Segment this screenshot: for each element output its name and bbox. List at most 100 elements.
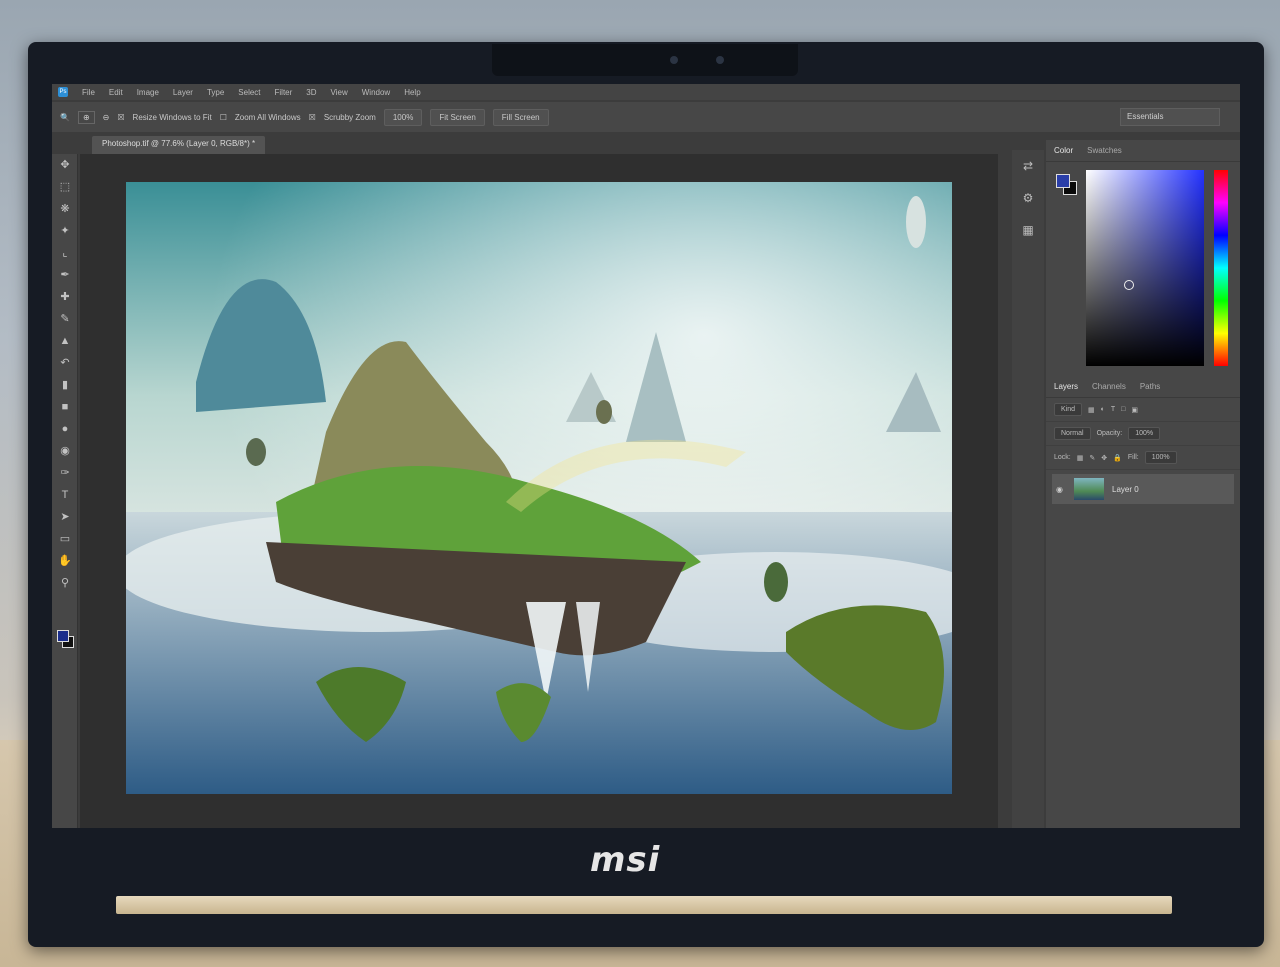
lasso-icon[interactable]: ❋ (52, 198, 78, 220)
menu-item[interactable]: View (331, 88, 348, 97)
resize-windows-label: Resize Windows to Fit (132, 112, 212, 122)
fill-screen-button[interactable]: Fill Screen (492, 108, 549, 126)
visibility-eye-icon[interactable]: ◉ (1056, 485, 1066, 494)
layer-thumbnail (1074, 478, 1104, 500)
saturation-field[interactable] (1086, 170, 1204, 366)
clone-stamp-icon[interactable]: ▲ (52, 330, 78, 352)
menu-item[interactable]: File (82, 88, 95, 97)
blend-row: Normal Opacity: 100% (1046, 422, 1240, 446)
workspace-switcher[interactable]: Essentials (1120, 108, 1220, 126)
filter-adjust-icon[interactable]: ◐ (1101, 406, 1105, 413)
history-brush-icon[interactable]: ↶ (52, 352, 78, 374)
tab-layers[interactable]: Layers (1054, 382, 1078, 391)
layer-filter-row: Kind ▦ ◐ T □ ▣ (1046, 398, 1240, 422)
menu-item[interactable]: Edit (109, 88, 123, 97)
layers-panel: Layers Channels Paths Kind ▦ ◐ T □ ▣ Nor… (1046, 376, 1240, 508)
move-icon[interactable]: ✥ (52, 154, 78, 176)
shape-icon[interactable]: ▭ (52, 528, 78, 550)
sensor-icon (716, 56, 724, 64)
menu-item[interactable]: Layer (173, 88, 193, 97)
tab-paths[interactable]: Paths (1140, 382, 1160, 391)
lock-paint-icon[interactable]: ✎ (1089, 454, 1095, 462)
fantasy-landscape-image (126, 182, 952, 794)
eraser-icon[interactable]: ▮ (52, 374, 78, 396)
kind-filter-select[interactable]: Kind (1054, 403, 1083, 416)
menu-item[interactable]: Image (137, 88, 159, 97)
tab-channels[interactable]: Channels (1092, 382, 1126, 391)
tab-color[interactable]: Color (1054, 146, 1073, 155)
blend-mode-select[interactable]: Normal (1054, 427, 1091, 440)
filter-smart-icon[interactable]: ▣ (1131, 406, 1138, 414)
hand-icon[interactable]: ✋ (52, 550, 78, 572)
adjustments-panel-icon[interactable]: ▦ (1012, 214, 1044, 246)
zoom-icon[interactable]: ⚲ (52, 572, 78, 594)
document-tab[interactable]: Photoshop.tif @ 77.6% (Layer 0, RGB/8*) … (92, 136, 266, 154)
zoom-100-button[interactable]: 100% (383, 108, 423, 126)
menu-item[interactable]: Window (362, 88, 390, 97)
menu-bar: Ps File Edit Image Layer Type Select Fil… (52, 84, 1240, 100)
filter-pixel-icon[interactable]: ▦ (1088, 406, 1095, 414)
layer-row[interactable]: ◉ Layer 0 (1052, 474, 1234, 504)
options-bar: 🔍 ⊕ ⊖ ☒ Resize Windows to Fit ☐ Zoom All… (52, 102, 1240, 132)
opacity-label: Opacity: (1096, 430, 1123, 437)
tools-panel: ✥ ⬚ ❋ ✦ ⌞ ✒ ✚ ✎ ▲ ↶ ▮ ■ ● ◉ ✑ T ➤ ▭ ✋ ⚲ (52, 154, 78, 828)
history-panel-icon[interactable]: ⇄ (1012, 150, 1044, 182)
color-picker (1050, 170, 1236, 370)
filter-shape-icon[interactable]: □ (1121, 406, 1125, 413)
zoom-all-label: Zoom All Windows (234, 112, 301, 122)
webcam-icon (670, 56, 678, 64)
artwork-image[interactable] (126, 182, 952, 794)
healing-icon[interactable]: ✚ (52, 286, 78, 308)
fill-input[interactable]: 100% (1144, 451, 1177, 464)
zoom-tool-icon[interactable]: 🔍 (60, 113, 70, 122)
crop-icon[interactable]: ⌞ (52, 242, 78, 264)
menu-item[interactable]: Help (404, 88, 420, 97)
laptop-hinge (116, 896, 1172, 914)
menu-item[interactable]: Filter (275, 88, 293, 97)
foreground-color-swatch[interactable] (57, 630, 69, 642)
menu-item[interactable]: Select (238, 88, 260, 97)
webcam-notch (492, 44, 798, 76)
zoom-in-icon[interactable]: ⊕ (77, 110, 95, 124)
brand-logo: msi (590, 840, 661, 880)
color-panel-tabs: Color Swatches (1046, 140, 1240, 162)
lock-row: Lock: ▦ ✎ ✥ 🔒 Fill: 100% (1046, 446, 1240, 470)
photoshop-window: Ps File Edit Image Layer Type Select Fil… (52, 84, 1240, 828)
layer-name[interactable]: Layer 0 (1112, 485, 1139, 494)
marquee-icon[interactable]: ⬚ (52, 176, 78, 198)
color-picker-marker[interactable] (1124, 280, 1134, 290)
menu-item[interactable]: Type (207, 88, 224, 97)
gradient-icon[interactable]: ■ (52, 396, 78, 418)
eyedropper-icon[interactable]: ✒ (52, 264, 78, 286)
panel-foreground-swatch[interactable] (1056, 174, 1070, 188)
right-panels: Color Swatches Layers Channels Paths Kin… (1046, 140, 1240, 828)
zoom-all-checkbox[interactable]: ☐ (220, 113, 227, 122)
zoom-out-icon[interactable]: ⊖ (103, 113, 110, 122)
scrubby-zoom-label: Scrubby Zoom (323, 112, 376, 122)
blur-icon[interactable]: ● (52, 418, 78, 440)
menu-item[interactable]: 3D (306, 88, 316, 97)
collapsed-panels-dock: ⇄ ⚙ ▦ (1012, 150, 1044, 828)
lock-all-icon[interactable]: 🔒 (1113, 454, 1122, 462)
tab-swatches[interactable]: Swatches (1087, 146, 1122, 155)
hue-slider[interactable] (1214, 170, 1228, 366)
scrubby-zoom-checkbox[interactable]: ☒ (309, 113, 316, 122)
filter-type-icon[interactable]: T (1111, 406, 1115, 413)
properties-panel-icon[interactable]: ⚙ (1012, 182, 1044, 214)
brush-icon[interactable]: ✎ (52, 308, 78, 330)
lock-label: Lock: (1054, 454, 1071, 461)
quick-select-icon[interactable]: ✦ (52, 220, 78, 242)
type-icon[interactable]: T (52, 484, 78, 506)
lock-move-icon[interactable]: ✥ (1101, 454, 1107, 462)
path-select-icon[interactable]: ➤ (52, 506, 78, 528)
panel-fg-bg-swatches[interactable] (1056, 174, 1080, 198)
dodge-icon[interactable]: ◉ (52, 440, 78, 462)
pen-icon[interactable]: ✑ (52, 462, 78, 484)
resize-windows-checkbox[interactable]: ☒ (117, 113, 124, 122)
lock-transparent-icon[interactable]: ▦ (1077, 454, 1084, 462)
fit-screen-button[interactable]: Fit Screen (430, 108, 485, 126)
canvas-area[interactable] (80, 154, 998, 828)
opacity-input[interactable]: 100% (1128, 427, 1161, 440)
layers-panel-tabs: Layers Channels Paths (1046, 376, 1240, 398)
fill-label: Fill: (1127, 454, 1139, 461)
